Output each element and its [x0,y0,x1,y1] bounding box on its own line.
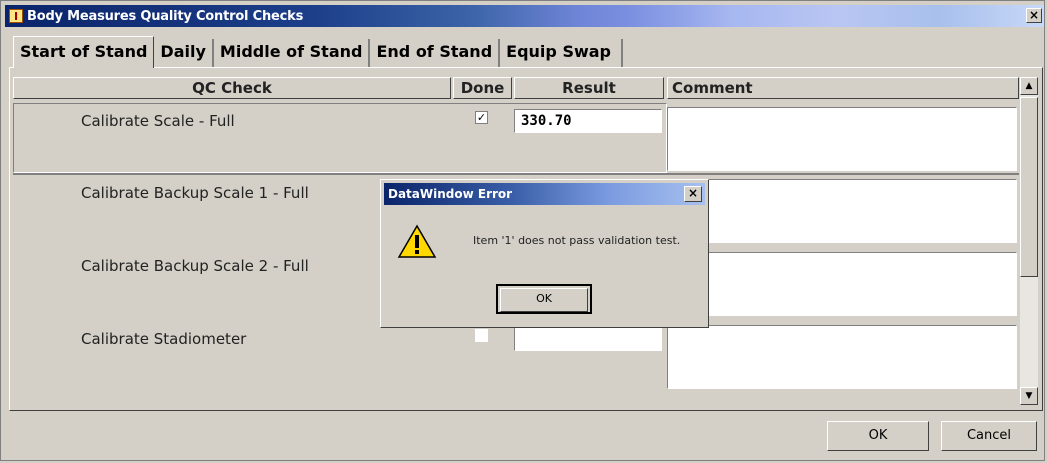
window-title: Body Measures Quality Control Checks [27,8,304,24]
dialog-ok-button[interactable]: OK [496,284,592,314]
qc-check-label: Calibrate Stadiometer [81,330,247,348]
dialog-close-button[interactable]: × [684,186,702,202]
tab-end-of-stand[interactable]: End of Stand [370,39,501,67]
dialog-message: Item '1' does not pass validation test. [473,234,681,247]
result-field[interactable]: 330.70 [514,109,662,133]
result-field[interactable] [514,327,662,351]
comment-field[interactable] [667,179,1017,243]
column-header-qc-check[interactable]: QC Check [13,77,451,99]
done-checkbox[interactable] [475,329,488,342]
scroll-up-button[interactable]: ▲ [1020,77,1038,95]
dialog-title: DataWindow Error [384,183,705,205]
comment-field[interactable] [667,252,1017,316]
vertical-scrollbar[interactable]: ▲ ▼ [1020,77,1038,405]
title-bar: I Body Measures Quality Control Checks × [5,5,1044,27]
qc-check-label: Calibrate Backup Scale 2 - Full [81,257,309,275]
row-divider [13,173,1019,175]
main-window: I Body Measures Quality Control Checks ×… [0,0,1045,461]
column-header-result[interactable]: Result [514,77,664,99]
tab-daily[interactable]: Daily [154,39,214,67]
comment-field[interactable] [667,325,1017,389]
done-checkbox[interactable]: ✓ [475,111,488,124]
scroll-down-button[interactable]: ▼ [1020,387,1038,405]
column-header-done[interactable]: Done [453,77,512,99]
app-icon: I [9,9,23,23]
tab-strip: Start of Stand Daily Middle of Stand End… [13,36,623,68]
scroll-thumb[interactable] [1020,97,1038,277]
error-dialog: DataWindow Error × Item '1' does not pas… [380,179,709,328]
tab-start-of-stand[interactable]: Start of Stand [13,36,155,68]
ok-button[interactable]: OK [827,421,929,451]
qc-check-label: Calibrate Scale - Full [81,112,235,130]
qc-check-label: Calibrate Backup Scale 1 - Full [81,184,309,202]
close-button[interactable]: × [1026,8,1042,23]
tab-equip-swap[interactable]: Equip Swap [500,39,623,67]
comment-field[interactable] [667,107,1017,171]
column-header-comment[interactable]: Comment [667,77,1019,99]
tab-middle-of-stand[interactable]: Middle of Stand [214,39,371,67]
cancel-button[interactable]: Cancel [941,421,1037,451]
warning-icon [397,224,437,258]
dialog-ok-label: OK [500,288,588,312]
